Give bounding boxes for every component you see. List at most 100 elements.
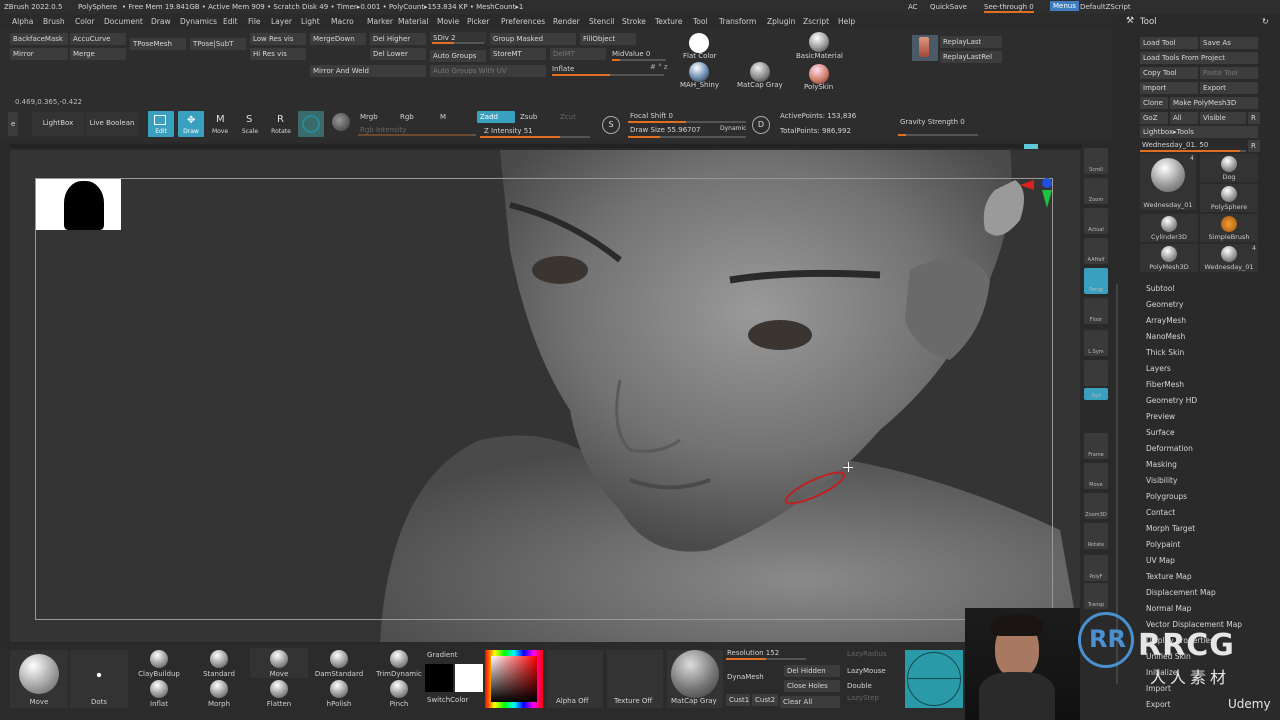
dock-frame[interactable]: Frame bbox=[1084, 433, 1108, 459]
menu-layer[interactable]: Layer bbox=[271, 17, 292, 26]
menu-draw[interactable]: Draw bbox=[151, 17, 171, 26]
shelf-edge-button[interactable]: e bbox=[8, 112, 18, 136]
cust1-button[interactable]: Cust1 bbox=[726, 694, 750, 706]
rgb-intensity-slider[interactable]: Rgb Intensity bbox=[360, 126, 406, 134]
polyskin-material[interactable] bbox=[809, 64, 829, 84]
subpalette-fibermesh[interactable]: FiberMesh bbox=[1146, 380, 1184, 389]
menu-file[interactable]: File bbox=[248, 17, 261, 26]
hi-res-vis-button[interactable]: Hi Res vis bbox=[250, 48, 306, 60]
dock-persp[interactable]: Persp bbox=[1084, 268, 1108, 294]
tool-thumb-simplebrush[interactable]: SimpleBrush bbox=[1200, 214, 1258, 242]
dock-l-sym[interactable]: L.Sym bbox=[1084, 330, 1108, 356]
see-through-slider[interactable]: See-through 0 bbox=[984, 3, 1034, 13]
subpalette-geometry[interactable]: Geometry bbox=[1146, 300, 1183, 309]
matcap-gray-material[interactable] bbox=[750, 62, 770, 82]
menu-zscript[interactable]: Zscript bbox=[803, 17, 829, 26]
dock-spacer-7[interactable] bbox=[1084, 360, 1108, 386]
subpalette-texture-map[interactable]: Texture Map bbox=[1146, 572, 1192, 581]
lightbox-tools-button[interactable]: Lightbox▸Tools bbox=[1140, 126, 1258, 138]
menus-toggle[interactable]: Menus bbox=[1050, 1, 1079, 11]
z-intensity-track[interactable] bbox=[480, 136, 590, 138]
tpose-subt-button[interactable]: TPose|SubT bbox=[190, 38, 246, 50]
menu-document[interactable]: Document bbox=[104, 17, 143, 26]
goz-r-button[interactable]: R bbox=[1248, 112, 1260, 124]
menu-movie[interactable]: Movie bbox=[437, 17, 459, 26]
brush-dots-slot[interactable]: Dots bbox=[70, 650, 128, 708]
brush-move-slot[interactable]: Move bbox=[10, 650, 68, 708]
lazy-radius-slider[interactable]: LazyRadius bbox=[847, 650, 886, 658]
gravity-track[interactable] bbox=[898, 134, 978, 136]
replay-last-rel-button[interactable]: ReplayLastRel bbox=[940, 51, 1002, 63]
menu-stencil[interactable]: Stencil bbox=[589, 17, 614, 26]
tpose-mesh-button[interactable]: TPoseMesh bbox=[130, 38, 186, 50]
basic-material[interactable] bbox=[809, 32, 829, 52]
m-button[interactable]: M bbox=[440, 113, 446, 121]
midvalue-track[interactable] bbox=[612, 59, 666, 61]
brush-trimdynamic-button[interactable]: TrimDynamic bbox=[370, 648, 428, 678]
scale-mode-button[interactable]: S Scale bbox=[238, 111, 262, 137]
inflate-track[interactable] bbox=[552, 74, 664, 76]
subpalette-masking[interactable]: Masking bbox=[1146, 460, 1177, 469]
low-res-vis-button[interactable]: Low Res vis bbox=[250, 33, 306, 45]
dock-spacer-10[interactable] bbox=[1084, 418, 1108, 430]
lazy-step-slider[interactable]: LazyStep bbox=[847, 694, 879, 702]
dock-polyf[interactable]: PolyF bbox=[1084, 555, 1108, 581]
tool-thumb-cylinder3d[interactable]: Cylinder3D bbox=[1140, 214, 1198, 242]
menu-picker[interactable]: Picker bbox=[467, 17, 489, 26]
subpalette-layers[interactable]: Layers bbox=[1146, 364, 1171, 373]
replay-last-button[interactable]: ReplayLast bbox=[940, 36, 1002, 48]
auto-groups-with-uv-button[interactable]: Auto Groups With UV bbox=[430, 65, 546, 77]
stroke-preview[interactable] bbox=[905, 650, 963, 708]
goz-visible-button[interactable]: Visible bbox=[1200, 112, 1246, 124]
color-picker[interactable] bbox=[485, 650, 543, 708]
menu-texture[interactable]: Texture bbox=[655, 17, 682, 26]
palette-pin-icon[interactable]: ↻ bbox=[1262, 17, 1269, 26]
subpalette-thick-skin[interactable]: Thick Skin bbox=[1146, 348, 1184, 357]
focal-icon[interactable]: S bbox=[602, 116, 620, 134]
store-mt-button[interactable]: StoreMT bbox=[490, 48, 546, 60]
dock-zoom[interactable]: Zoom bbox=[1084, 178, 1108, 204]
subpalette-normal-map[interactable]: Normal Map bbox=[1146, 604, 1191, 613]
focal-shift-track[interactable] bbox=[628, 121, 746, 123]
move-mode-button[interactable]: M Move bbox=[208, 111, 232, 137]
mah-shiny-material[interactable] bbox=[689, 62, 709, 82]
brush-inflat-button[interactable]: Inflat bbox=[130, 678, 188, 708]
menu-stroke[interactable]: Stroke bbox=[622, 17, 646, 26]
current-tool-slider[interactable]: Wednesday_01. 50 bbox=[1142, 141, 1208, 149]
load-tools-from-project-button[interactable]: Load Tools From Project bbox=[1140, 52, 1258, 64]
menu-transform[interactable]: Transform bbox=[719, 17, 756, 26]
clone-button[interactable]: Clone bbox=[1140, 97, 1168, 109]
lightbox-button[interactable]: LightBox bbox=[32, 112, 84, 136]
subpalette-polygroups[interactable]: Polygroups bbox=[1146, 492, 1187, 501]
menu-edit[interactable]: Edit bbox=[223, 17, 238, 26]
accucurve-button[interactable]: AccuCurve bbox=[70, 33, 126, 45]
menu-color[interactable]: Color bbox=[75, 17, 95, 26]
subpalette-displacement-map[interactable]: Displacement Map bbox=[1146, 588, 1216, 597]
brush-morph-button[interactable]: Morph bbox=[190, 678, 248, 708]
menu-light[interactable]: Light bbox=[301, 17, 320, 26]
dock-move[interactable]: Move bbox=[1084, 463, 1108, 489]
clear-all-button[interactable]: Clear All bbox=[780, 696, 840, 708]
replay-icon[interactable] bbox=[912, 35, 938, 61]
rotate-mode-button[interactable]: R Rotate bbox=[268, 111, 294, 137]
rgb-intensity-track[interactable] bbox=[358, 134, 476, 136]
current-tool-r-button[interactable]: R bbox=[1248, 140, 1260, 152]
resolution-slider[interactable]: Resolution 152 bbox=[727, 649, 779, 657]
color-picker-square[interactable] bbox=[491, 656, 537, 702]
draw-size-slider[interactable]: Draw Size 55.96707 bbox=[630, 126, 701, 134]
document-canvas[interactable] bbox=[10, 150, 1080, 642]
primary-color-swatch[interactable] bbox=[425, 664, 453, 692]
subpalette-deformation[interactable]: Deformation bbox=[1146, 444, 1193, 453]
rgb-button[interactable]: Rgb bbox=[400, 113, 414, 121]
quicksave-button[interactable]: QuickSave bbox=[930, 3, 967, 11]
mirror-and-weld-button[interactable]: Mirror And Weld bbox=[310, 65, 426, 77]
goz-button[interactable]: GoZ bbox=[1140, 112, 1168, 124]
backface-mask-button[interactable]: BackfaceMask bbox=[10, 33, 68, 45]
import-button[interactable]: Import bbox=[1140, 82, 1198, 94]
menu-help[interactable]: Help bbox=[838, 17, 855, 26]
subpalette-contact[interactable]: Contact bbox=[1146, 508, 1175, 517]
tool-thumb-polysphere[interactable]: PolySphere bbox=[1200, 184, 1258, 212]
dock-actual[interactable]: Actual bbox=[1084, 208, 1108, 234]
dock-floor[interactable]: Floor bbox=[1084, 298, 1108, 324]
group-masked-button[interactable]: Group Masked bbox=[490, 33, 576, 45]
